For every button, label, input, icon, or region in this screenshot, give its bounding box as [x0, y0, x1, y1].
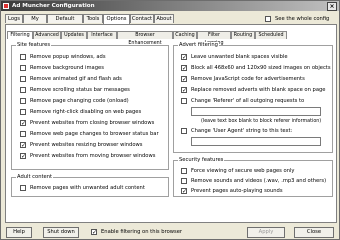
tab-options[interactable]: Options — [103, 14, 130, 24]
subtab-interface[interactable]: Interface — [87, 31, 117, 39]
site-option-label: Remove web page changes to browser statu… — [30, 131, 159, 137]
adult-option-checkbox[interactable] — [20, 185, 26, 191]
tab-default-filters[interactable]: Default Filters — [47, 14, 83, 31]
advert-option-checkbox[interactable] — [181, 76, 187, 82]
adult-content-title: Adult content — [16, 174, 54, 181]
tab-about[interactable]: About — [154, 14, 174, 23]
referer-hint: (leave text box blank to block referer i… — [201, 119, 322, 124]
security-option-checkbox[interactable] — [181, 178, 187, 184]
site-option-checkbox[interactable] — [20, 153, 26, 159]
site-option-label: Remove page changing code (onload) — [30, 98, 129, 104]
referer-input[interactable] — [191, 107, 321, 116]
see-all-label: See the whole config — [275, 16, 330, 22]
tab-tools[interactable]: Tools — [83, 14, 103, 23]
site-option-checkbox[interactable] — [20, 131, 26, 137]
security-option-checkbox[interactable] — [181, 188, 187, 194]
site-option-checkbox[interactable] — [20, 87, 26, 93]
site-option-checkbox[interactable] — [20, 98, 26, 104]
site-option-label: Prevent websites resizing browser window… — [30, 142, 143, 148]
close-window-button[interactable]: × — [327, 2, 337, 11]
site-option-label: Remove right-click disabling on web page… — [30, 109, 142, 115]
site-option-checkbox[interactable] — [20, 142, 26, 148]
site-option-label: Remove scrolling status bar messages — [30, 87, 130, 93]
config-window: Ad Muncher Configuration × Logs My Filte… — [0, 0, 340, 240]
advert-filtering-title: Advert filtering — [178, 42, 219, 49]
site-features-group: Site features — [11, 42, 169, 170]
adult-option-label: Remove pages with unwanted adult content — [30, 185, 145, 191]
apply-button[interactable]: Apply — [247, 227, 285, 238]
site-option-checkbox[interactable] — [20, 76, 26, 82]
site-option-label: Remove background images — [30, 65, 104, 71]
advert-option-checkbox[interactable] — [181, 65, 187, 71]
site-option-checkbox[interactable] — [20, 109, 26, 115]
tab-my-filters[interactable]: My Filters — [23, 14, 47, 31]
enable-filtering-label: Enable filtering on this browser — [101, 229, 183, 235]
advert-option-label: Block all 468x60 and 120x90 sized images… — [191, 65, 331, 71]
close-button[interactable]: Close — [294, 227, 334, 238]
security-option-label: Prevent pages auto-playing sounds — [191, 188, 283, 194]
site-features-title: Site features — [16, 42, 52, 49]
advert-option-checkbox[interactable] — [181, 54, 187, 60]
site-option-checkbox[interactable] — [20, 65, 26, 71]
useragent-label: Change 'User Agent' string to this text: — [191, 128, 293, 134]
subtab-browser-enhancement[interactable]: Browser Enhancement — [117, 31, 173, 46]
site-option-checkbox[interactable] — [20, 120, 26, 126]
security-option-label: Force viewing of secure web pages only — [191, 168, 295, 174]
security-option-label: Remove sounds and videos (.wav, .mp3 and… — [191, 178, 327, 184]
enable-filtering-checkbox[interactable] — [91, 229, 97, 235]
subtab-filter-logging[interactable]: Filter Logging — [197, 31, 231, 46]
advert-option-checkbox[interactable] — [181, 87, 187, 93]
referer-label: Change 'Referer' of all outgoing request… — [191, 98, 305, 104]
subtab-filtering[interactable]: Filtering — [7, 31, 33, 39]
subtab-routing[interactable]: Routing — [231, 31, 255, 39]
tab-contact[interactable]: Contact — [130, 14, 154, 23]
advert-option-label: Leave unwanted blank spaces visible — [191, 54, 288, 60]
security-option-checkbox[interactable] — [181, 168, 187, 174]
site-option-label: Prevent websites from closing browser wi… — [30, 120, 155, 126]
app-icon — [3, 3, 9, 9]
title-bar: Ad Muncher Configuration × — [1, 1, 339, 11]
subtab-advanced[interactable]: Advanced — [33, 31, 61, 39]
useragent-checkbox[interactable] — [181, 128, 187, 134]
security-features-title: Security features — [178, 157, 225, 164]
help-button[interactable]: Help — [6, 227, 32, 238]
subtab-scheduled[interactable]: Scheduled — [255, 31, 287, 39]
site-option-label: Remove popup windows, ads — [30, 54, 106, 60]
subtab-updates[interactable]: Updates — [61, 31, 87, 39]
site-option-label: Remove animated gif and flash ads — [30, 76, 122, 82]
advert-option-label: Remove JavaScript code for advertisement… — [191, 76, 305, 82]
site-option-label: Prevent websites from moving browser win… — [30, 153, 156, 159]
shut-down-button[interactable]: Shut down — [43, 227, 79, 238]
window-title: Ad Muncher Configuration — [12, 3, 95, 9]
referer-checkbox[interactable] — [181, 98, 187, 104]
useragent-input[interactable] — [191, 137, 321, 146]
tab-logs[interactable]: Logs — [5, 14, 23, 23]
subtab-caching[interactable]: Caching — [173, 31, 197, 39]
see-all-checkbox[interactable] — [265, 16, 271, 22]
site-option-checkbox[interactable] — [20, 54, 26, 60]
advert-option-label: Replace removed adverts with blank space… — [191, 87, 326, 93]
